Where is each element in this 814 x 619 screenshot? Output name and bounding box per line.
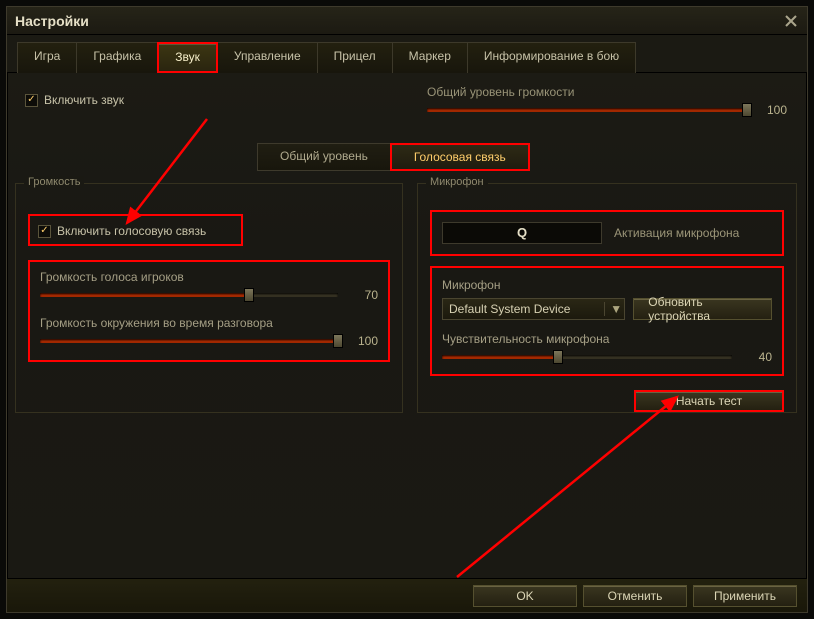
volume-legend: Громкость <box>24 176 84 188</box>
settings-window: Настройки Игра Графика Звук Управление П… <box>6 6 808 613</box>
tab-controls[interactable]: Управление <box>217 42 318 73</box>
enable-sound-label: Включить звук <box>44 93 124 107</box>
subtab-voice[interactable]: Голосовая связь <box>390 143 530 171</box>
tab-graphics[interactable]: Графика <box>76 42 158 73</box>
subtabs: Общий уровень Голосовая связь <box>257 143 529 171</box>
mic-sensitivity-value: 40 <box>742 350 772 364</box>
tab-combat-info[interactable]: Информирование в бою <box>467 42 636 73</box>
players-volume-label: Громкость голоса игроков <box>40 270 378 284</box>
checkmark-icon: ✓ <box>25 94 38 107</box>
device-legend: Микрофон <box>442 278 772 292</box>
start-test-button[interactable]: Начать тест <box>634 390 784 412</box>
tabbar: Игра Графика Звук Управление Прицел Марк… <box>7 35 807 73</box>
mic-legend: Микрофон <box>426 176 488 188</box>
checkmark-icon: ✓ <box>38 225 51 238</box>
titlebar: Настройки <box>7 7 807 35</box>
content-area: ✓ Включить звук Общий уровень громкости … <box>7 73 807 585</box>
overall-volume-label: Общий уровень громкости <box>427 85 787 99</box>
cancel-button[interactable]: Отменить <box>583 585 687 607</box>
mic-key-input[interactable]: Q <box>442 222 602 244</box>
mic-key-label: Активация микрофона <box>614 226 739 240</box>
tab-aim[interactable]: Прицел <box>317 42 393 73</box>
mic-sensitivity-label: Чувствительность микрофона <box>442 332 772 346</box>
footer: OK Отменить Применить <box>7 578 807 612</box>
players-volume-value: 70 <box>348 288 378 302</box>
tab-marker[interactable]: Маркер <box>392 42 468 73</box>
annotation-arrow-2 <box>437 387 717 587</box>
refresh-devices-button[interactable]: Обновить устройства <box>633 298 772 320</box>
ambient-volume-label: Громкость окружения во время разговора <box>40 316 378 330</box>
players-volume-slider[interactable] <box>40 293 338 297</box>
subtab-general[interactable]: Общий уровень <box>257 143 391 171</box>
overall-volume-value: 100 <box>757 103 787 117</box>
ambient-volume-slider[interactable] <box>40 339 338 343</box>
overall-volume-group: Общий уровень громкости 100 <box>427 85 787 117</box>
enable-sound-checkbox[interactable]: ✓ Включить звук <box>25 93 124 107</box>
mic-device-value: Default System Device <box>449 302 570 316</box>
close-icon[interactable] <box>783 13 799 29</box>
tab-game[interactable]: Игра <box>17 42 77 73</box>
enable-voice-checkbox[interactable]: ✓ Включить голосовую связь <box>38 224 206 238</box>
volume-fieldset: Громкость ✓ Включить голосовую связь Гро… <box>15 183 403 413</box>
ok-button[interactable]: OK <box>473 585 577 607</box>
mic-device-dropdown[interactable]: Default System Device ▼ <box>442 298 625 320</box>
mic-sensitivity-slider[interactable] <box>442 355 732 359</box>
microphone-fieldset: Микрофон Q Активация микрофона Микрофон … <box>417 183 797 413</box>
apply-button[interactable]: Применить <box>693 585 797 607</box>
ambient-volume-value: 100 <box>348 334 378 348</box>
overall-volume-slider[interactable] <box>427 108 747 112</box>
enable-voice-label: Включить голосовую связь <box>57 224 206 238</box>
tab-sound[interactable]: Звук <box>157 42 218 73</box>
chevron-down-icon: ▼ <box>604 302 618 316</box>
window-title: Настройки <box>15 13 89 29</box>
